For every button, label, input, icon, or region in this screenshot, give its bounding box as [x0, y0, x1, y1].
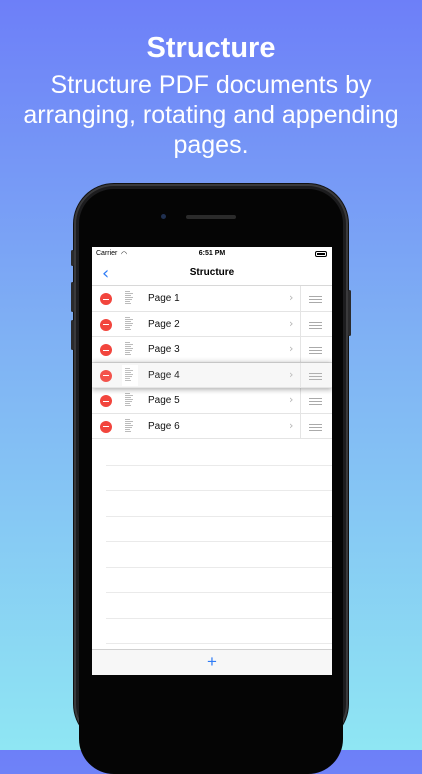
navigation-bar: ‹ Structure — [92, 261, 332, 286]
delete-icon[interactable] — [100, 344, 112, 356]
bottom-toolbar: + — [92, 649, 332, 675]
chevron-right-icon: › — [289, 291, 294, 304]
delete-icon[interactable] — [100, 420, 112, 433]
status-time: 6:51 PM — [198, 250, 226, 257]
power-button — [348, 290, 351, 336]
page-list: Page 1 › Page 2 › Page 3 › Page 4 › Page 5 › Page … — [92, 286, 332, 439]
page-label: Page 3 — [148, 344, 180, 355]
page-label: Page 4 — [148, 369, 180, 381]
delete-icon[interactable] — [100, 293, 112, 305]
page-thumbnail — [122, 339, 138, 360]
page-thumbnail — [122, 390, 138, 411]
reorder-handle-icon[interactable] — [309, 321, 322, 331]
page-thumbnail — [122, 415, 138, 437]
page-label: Page 5 — [148, 395, 180, 406]
page-label: Page 2 — [148, 318, 180, 330]
empty-row-separator — [106, 515, 332, 517]
list-item[interactable]: Page 1 › — [92, 286, 332, 312]
delete-icon[interactable] — [100, 369, 112, 382]
empty-row-separator — [106, 490, 332, 491]
page-label: Page 6 — [148, 420, 180, 432]
page-thumbnail — [122, 313, 138, 335]
volume-down-button — [71, 320, 74, 350]
status-bar: Carrier ◠ 6:51 PM — [92, 247, 332, 261]
promo-title: Structure — [146, 32, 276, 64]
list-item[interactable]: Page 5 › — [92, 388, 332, 414]
speaker-grille — [186, 215, 236, 219]
nav-title: Structure — [189, 267, 235, 278]
list-item[interactable]: Page 2 › — [92, 311, 332, 337]
row-divider — [300, 286, 301, 311]
empty-row-separator — [106, 643, 332, 644]
delete-icon[interactable] — [100, 395, 112, 407]
row-divider — [300, 337, 301, 362]
list-item[interactable]: Page 3 › — [92, 337, 332, 363]
chevron-right-icon: › — [289, 418, 294, 432]
empty-row-separator — [106, 592, 332, 593]
empty-row-separator — [106, 617, 332, 619]
reorder-handle-icon[interactable] — [309, 372, 322, 382]
chevron-right-icon: › — [289, 393, 294, 406]
add-page-button[interactable]: + — [92, 652, 332, 672]
chevron-right-icon: › — [289, 316, 294, 330]
list-item[interactable]: Page 4 › — [92, 362, 332, 388]
promo-subtitle: Structure PDF documents by arranging, ro… — [23, 71, 399, 159]
empty-row-separator — [106, 566, 332, 568]
app-screen: Carrier ◠ 6:51 PM ‹ Structure Page 1 › Pag… — [92, 247, 332, 675]
row-divider — [300, 311, 301, 336]
reorder-handle-icon[interactable] — [309, 347, 322, 356]
reorder-handle-icon[interactable] — [309, 423, 322, 433]
list-item[interactable]: Page 6 › — [92, 413, 332, 439]
row-divider — [300, 413, 301, 438]
empty-row-separator — [106, 464, 332, 466]
chevron-right-icon: › — [289, 342, 294, 355]
page-thumbnail — [122, 288, 138, 309]
page-thumbnail — [122, 364, 138, 386]
page-label: Page 1 — [148, 293, 180, 304]
camera-icon — [161, 214, 166, 219]
reorder-handle-icon[interactable] — [309, 398, 322, 407]
row-divider — [300, 362, 301, 387]
volume-up-button — [71, 282, 74, 312]
row-divider — [300, 388, 301, 413]
reorder-handle-icon[interactable] — [309, 296, 322, 305]
chevron-right-icon: › — [289, 367, 294, 381]
delete-icon[interactable] — [100, 318, 112, 331]
battery-icon — [315, 251, 327, 257]
mute-switch — [71, 250, 74, 266]
empty-row-separator — [106, 541, 332, 542]
